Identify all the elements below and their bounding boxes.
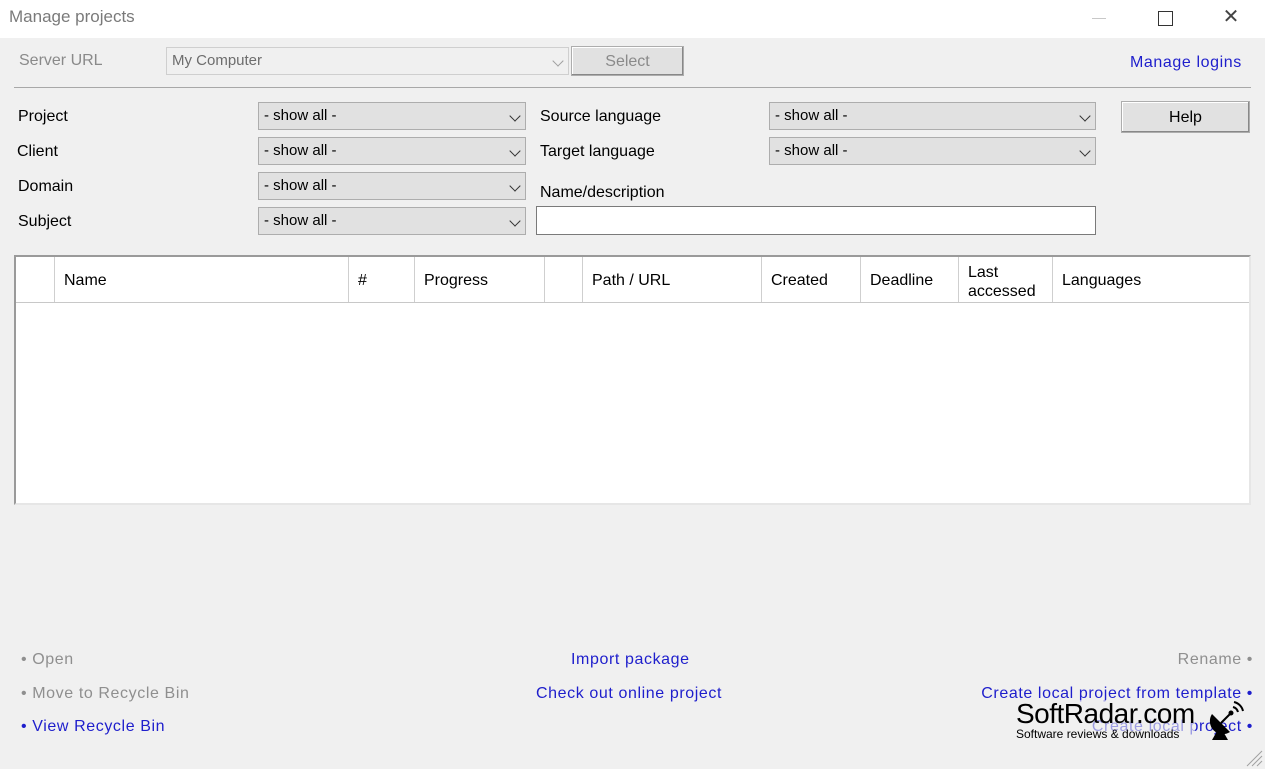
- column-header-deadline[interactable]: Deadline: [861, 257, 959, 302]
- satellite-dish-icon: [1209, 701, 1244, 740]
- minimize-button[interactable]: [1076, 0, 1122, 34]
- server-url-combo[interactable]: My Computer: [166, 47, 569, 75]
- chevron-down-icon: [509, 180, 521, 192]
- table-header: Name # Progress Path / URL Created Deadl…: [16, 257, 1249, 303]
- chevron-down-icon: [552, 55, 564, 67]
- target-language-label: Target language: [540, 143, 655, 160]
- project-value: - show all -: [264, 107, 337, 124]
- manage-logins-link[interactable]: Manage logins: [1130, 54, 1242, 72]
- select-button[interactable]: Select: [571, 46, 684, 76]
- move-to-recycle-bin-link[interactable]: • Move to Recycle Bin: [21, 685, 189, 703]
- chevron-down-icon: [509, 110, 521, 122]
- column-header-last-accessed[interactable]: Last accessed: [959, 257, 1053, 302]
- column-header-path[interactable]: Path / URL: [583, 257, 762, 302]
- watermark-brand: SoftRadar.com: [1016, 698, 1195, 729]
- import-package-link[interactable]: Import package: [571, 651, 690, 669]
- help-button[interactable]: Help: [1121, 101, 1250, 133]
- domain-combo[interactable]: - show all -: [258, 172, 526, 200]
- column-header-progress[interactable]: Progress: [415, 257, 545, 302]
- maximize-button[interactable]: [1142, 0, 1188, 34]
- chevron-down-icon: [1079, 110, 1091, 122]
- target-language-value: - show all -: [775, 142, 848, 159]
- chevron-down-icon: [509, 145, 521, 157]
- resize-grip-icon[interactable]: [1243, 747, 1263, 767]
- chevron-down-icon: [509, 215, 521, 227]
- chevron-down-icon: [1079, 145, 1091, 157]
- close-button[interactable]: ✕: [1208, 0, 1254, 34]
- project-combo[interactable]: - show all -: [258, 102, 526, 130]
- project-label: Project: [18, 108, 68, 125]
- client-label: Client: [17, 143, 58, 160]
- name-description-input[interactable]: [536, 206, 1096, 235]
- server-url-value: My Computer: [172, 52, 263, 69]
- close-icon: ✕: [1222, 6, 1240, 28]
- target-language-combo[interactable]: - show all -: [769, 137, 1096, 165]
- column-header-name[interactable]: Name: [55, 257, 349, 302]
- view-recycle-bin-link[interactable]: • View Recycle Bin: [21, 718, 165, 736]
- minimize-icon: [1092, 17, 1106, 19]
- column-header-select[interactable]: [16, 257, 55, 302]
- name-description-label: Name/description: [540, 184, 665, 201]
- source-language-label: Source language: [540, 108, 661, 125]
- column-header-created[interactable]: Created: [762, 257, 861, 302]
- open-link[interactable]: • Open: [21, 651, 74, 669]
- separator: [14, 87, 1251, 88]
- column-header-count[interactable]: #: [349, 257, 415, 302]
- column-header-languages[interactable]: Languages: [1053, 257, 1249, 302]
- source-language-combo[interactable]: - show all -: [769, 102, 1096, 130]
- subject-combo[interactable]: - show all -: [258, 207, 526, 235]
- client-value: - show all -: [264, 142, 337, 159]
- domain-value: - show all -: [264, 177, 337, 194]
- title-bar: Manage projects ✕: [0, 0, 1265, 38]
- maximize-icon: [1157, 10, 1173, 26]
- window-title: Manage projects: [9, 7, 135, 26]
- check-out-online-project-link[interactable]: Check out online project: [536, 685, 722, 703]
- subject-value: - show all -: [264, 212, 337, 229]
- watermark: SoftRadar.com Software reviews & downloa…: [1016, 700, 1195, 741]
- server-url-label: Server URL: [19, 52, 103, 69]
- column-header-status[interactable]: [545, 257, 583, 302]
- rename-link[interactable]: Rename •: [1178, 651, 1253, 669]
- source-language-value: - show all -: [775, 107, 848, 124]
- subject-label: Subject: [18, 213, 72, 230]
- projects-table[interactable]: Name # Progress Path / URL Created Deadl…: [14, 255, 1251, 505]
- domain-label: Domain: [18, 178, 74, 195]
- watermark-tagline: Software reviews & downloads: [1016, 727, 1180, 741]
- client-combo[interactable]: - show all -: [258, 137, 526, 165]
